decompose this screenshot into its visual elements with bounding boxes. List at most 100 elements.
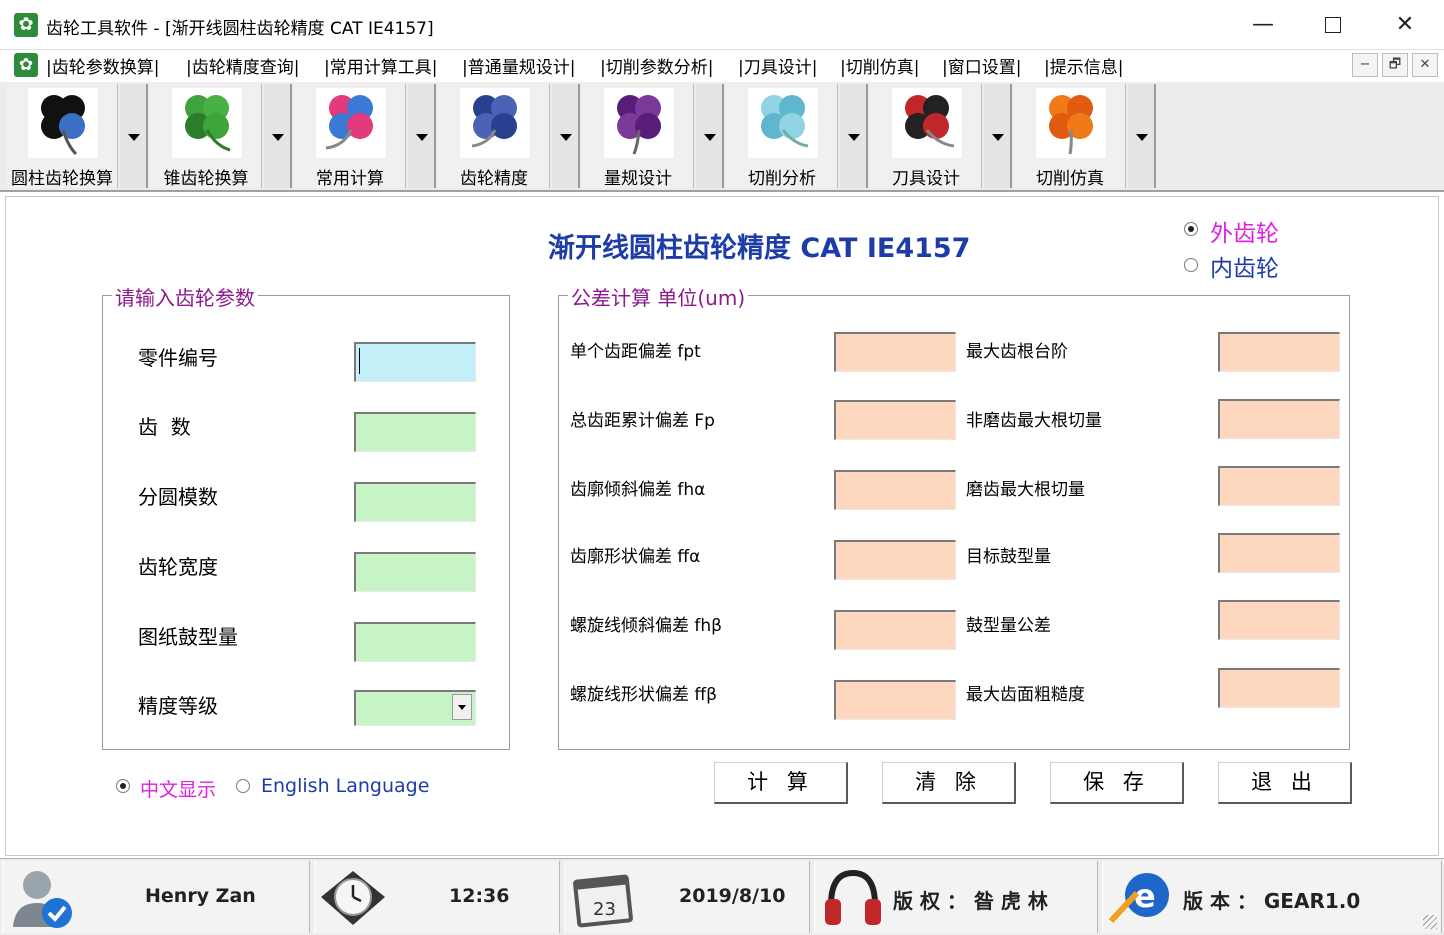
toolbar-label: 量规设计 <box>604 169 672 189</box>
toolbar-label: 切削分析 <box>748 169 816 189</box>
teeth-count-input[interactable] <box>354 412 476 452</box>
toolbar-dropdown-arrow[interactable] <box>120 84 148 188</box>
non-ground-undercut-output[interactable] <box>1218 399 1340 439</box>
save-button[interactable]: 保 存 <box>1050 762 1184 804</box>
close-button[interactable]: ✕ <box>1382 8 1428 42</box>
status-bar: Henry Zan 12:36 23 2019/8/10 版 权 ： 昝 虎 林… <box>0 858 1444 935</box>
status-time-cell: 12:36 <box>314 861 560 933</box>
tolerance-label: 磨齿最大根切量 <box>966 480 1085 500</box>
clover-darkblue-icon <box>460 88 530 158</box>
target-crowning-output[interactable] <box>1218 533 1340 573</box>
status-user-name: Henry Zan <box>145 885 256 907</box>
toolbar-common-calc-button[interactable]: 常用计算 <box>294 84 406 189</box>
max-root-step-output[interactable] <box>1218 332 1340 372</box>
toolbar-cutting-simulation-button[interactable]: 切削仿真 <box>1014 84 1126 189</box>
menu-window-settings[interactable]: |窗口设置| <box>942 53 1021 78</box>
chinese-language-label[interactable]: 中文显示 <box>140 775 216 802</box>
clover-orange-icon <box>1036 88 1106 158</box>
toolbar-cylindrical-gear-button[interactable]: 圆柱齿轮换算 <box>6 84 118 189</box>
toolbar-bevel-gear-button[interactable]: 锥齿轮换算 <box>150 84 262 189</box>
menu-gear-precision-query[interactable]: |齿轮精度查询| <box>186 53 299 78</box>
maximize-button[interactable] <box>1310 8 1356 42</box>
status-date-cell: 23 2019/8/10 <box>564 861 810 933</box>
face-width-label: 齿轮宽度 <box>138 555 218 579</box>
toolbar-cutting-analysis-button[interactable]: 切削分析 <box>726 84 838 189</box>
toolbar-dropdown-arrow[interactable] <box>408 84 436 188</box>
tolerance-label: 最大齿根台阶 <box>966 342 1068 362</box>
english-language-radio[interactable] <box>236 779 250 793</box>
toolbar-gauge-design-button[interactable]: 量规设计 <box>582 84 694 189</box>
mdi-restore-button[interactable]: 🗗 <box>1382 53 1408 77</box>
menu-tips[interactable]: |提示信息| <box>1044 53 1123 78</box>
tolerance-label: 总齿距累计偏差 Fp <box>570 411 715 431</box>
clover-black-blue-icon <box>28 88 98 158</box>
toolbar-tool-design-button[interactable]: 刀具设计 <box>870 84 982 189</box>
exit-button[interactable]: 退 出 <box>1218 762 1352 804</box>
maximize-icon <box>1325 17 1341 33</box>
drawing-crowning-label: 图纸鼓型量 <box>138 625 238 649</box>
toolbar-dropdown-arrow[interactable] <box>984 84 1012 188</box>
toolbar-dropdown-arrow[interactable] <box>1128 84 1156 188</box>
toolbar-dropdown-arrow[interactable] <box>696 84 724 188</box>
face-width-input[interactable] <box>354 552 476 592</box>
toolbar-dropdown-arrow[interactable] <box>840 84 868 188</box>
chinese-language-radio[interactable] <box>116 779 130 793</box>
single-pitch-deviation-output[interactable] <box>834 332 956 372</box>
status-user-cell: Henry Zan <box>2 861 310 933</box>
toolbar-label: 常用计算 <box>316 169 384 189</box>
tolerance-group-title: 公差计算 单位(um) <box>568 282 749 311</box>
clear-button[interactable]: 清 除 <box>882 762 1016 804</box>
mdi-close-button[interactable]: ✕ <box>1412 53 1438 77</box>
tolerance-label: 最大齿面粗糙度 <box>966 685 1085 705</box>
status-time: 12:36 <box>449 885 510 907</box>
profile-form-deviation-output[interactable] <box>834 540 956 580</box>
status-date: 2019/8/10 <box>679 885 786 907</box>
drawing-crowning-input[interactable] <box>354 622 476 662</box>
status-copyright-cell: 版 权 ： 昝 虎 林 <box>814 861 1098 933</box>
part-number-input[interactable] <box>354 342 476 382</box>
external-gear-radio[interactable] <box>1184 222 1198 236</box>
resize-grip[interactable] <box>1423 915 1437 929</box>
toolbar-dropdown-arrow[interactable] <box>264 84 292 188</box>
helix-form-deviation-output[interactable] <box>834 680 956 720</box>
menu-cutting-simulation[interactable]: |切削仿真| <box>840 53 919 78</box>
chevron-down-icon[interactable] <box>452 694 472 720</box>
tolerance-label: 齿廓形状偏差 ffα <box>570 547 701 567</box>
calculate-button[interactable]: 计 算 <box>714 762 848 804</box>
clover-purple-icon <box>604 88 674 158</box>
menu-bar: ✿ |齿轮参数换算| |齿轮精度查询| |常用计算工具| |普通量规设计| |切… <box>0 50 1444 80</box>
gear-menu-icon[interactable]: ✿ <box>14 53 38 77</box>
menu-tool-design[interactable]: |刀具设计| <box>738 53 817 78</box>
user-avatar-icon <box>7 863 75 931</box>
module-input[interactable] <box>354 482 476 522</box>
external-gear-label[interactable]: 外齿轮 <box>1210 214 1279 248</box>
internet-explorer-icon: e <box>1107 863 1175 931</box>
text-caret <box>359 348 360 374</box>
menu-common-calc-tools[interactable]: |常用计算工具| <box>324 53 437 78</box>
toolbar-dropdown-arrow[interactable] <box>552 84 580 188</box>
menu-gauge-design[interactable]: |普通量规设计| <box>462 53 575 78</box>
menu-gear-param-conversion[interactable]: |齿轮参数换算| <box>46 53 159 78</box>
internal-gear-label[interactable]: 内齿轮 <box>1210 249 1279 283</box>
toolbar-gear-precision-button[interactable]: 齿轮精度 <box>438 84 550 189</box>
headphones-icon <box>819 863 887 931</box>
tolerance-label: 鼓型量公差 <box>966 616 1051 636</box>
ground-undercut-output[interactable] <box>1218 466 1340 506</box>
clover-multicolor-icon <box>316 88 386 158</box>
max-surface-roughness-output[interactable] <box>1218 668 1340 708</box>
mdi-minimize-button[interactable]: − <box>1352 53 1378 77</box>
menu-cutting-analysis[interactable]: |切削参数分析| <box>600 53 713 78</box>
window-title: 齿轮工具软件 - [渐开线圆柱齿轮精度 CAT IE4157] <box>46 19 434 39</box>
english-language-label[interactable]: English Language <box>261 775 429 797</box>
minimize-button[interactable]: — <box>1240 8 1286 42</box>
profile-slope-deviation-output[interactable] <box>834 470 956 510</box>
module-label: 分圆模数 <box>138 485 218 509</box>
total-pitch-deviation-output[interactable] <box>834 400 956 440</box>
calendar-day-text: 23 <box>593 899 616 920</box>
clover-lightblue-icon <box>748 88 818 158</box>
crowning-tolerance-output[interactable] <box>1218 600 1340 640</box>
input-group-title: 请输入齿轮参数 <box>112 282 258 311</box>
internal-gear-radio[interactable] <box>1184 258 1198 272</box>
part-number-label: 零件编号 <box>138 346 218 370</box>
helix-slope-deviation-output[interactable] <box>834 610 956 650</box>
